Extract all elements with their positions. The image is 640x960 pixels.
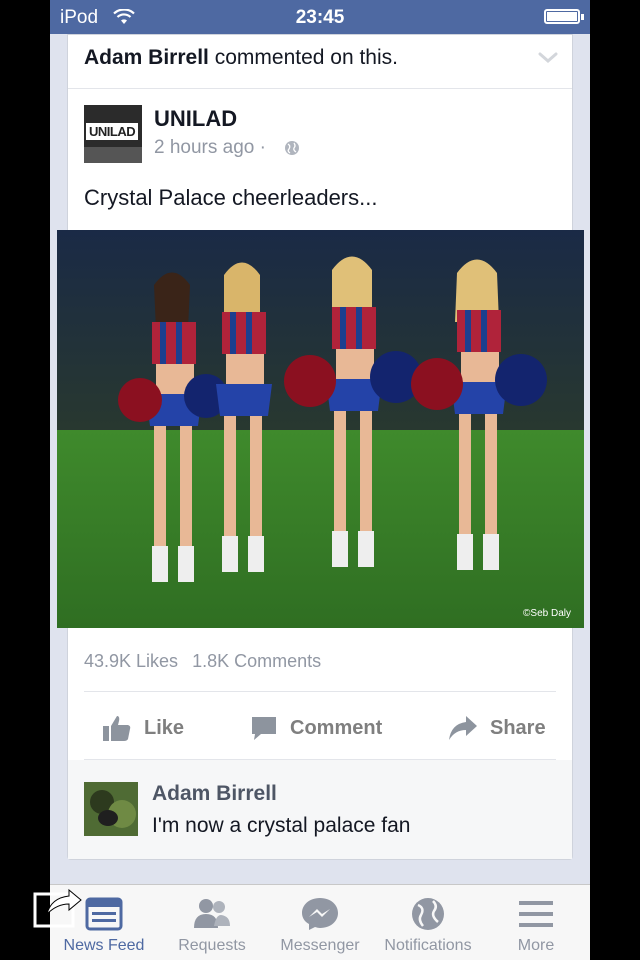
friend-requests-icon: [194, 899, 230, 928]
share-button[interactable]: Share: [448, 711, 546, 745]
engagement-stats[interactable]: 43.9K Likes 1.8K Comments: [84, 651, 321, 672]
photo-credit: ©Seb Daly: [523, 608, 571, 619]
globe-icon: [285, 141, 299, 155]
divider: [84, 691, 556, 692]
post-timestamp[interactable]: 2 hours ago ·: [154, 137, 266, 159]
comments-count[interactable]: 1.8K Comments: [192, 651, 321, 671]
post-text: Crystal Palace cheerleaders...: [84, 185, 378, 210]
unilad-logo: UNILAD: [86, 123, 139, 140]
battery-icon: [544, 9, 584, 24]
tab-messenger[interactable]: Messenger: [266, 885, 374, 960]
comment-bubble-icon: [252, 717, 276, 740]
messenger-icon: [302, 898, 338, 930]
comment-label: Comment: [290, 716, 383, 739]
page-name[interactable]: UNILAD: [154, 106, 237, 132]
thumbs-up-icon: [103, 716, 131, 741]
like-button[interactable]: Like: [102, 711, 184, 745]
tab-more[interactable]: More: [482, 885, 590, 960]
tab-bar: News Feed Requests Messenger Notificatio…: [50, 884, 590, 960]
tab-label: More: [517, 937, 555, 954]
tab-label: News Feed: [63, 937, 145, 954]
commenter-avatar[interactable]: [84, 782, 138, 836]
globe-icon: [412, 898, 444, 930]
tab-requests[interactable]: Requests: [158, 885, 266, 960]
story-card: Adam Birrell commented on this. UNILAD U…: [57, 34, 584, 860]
tab-label: Notifications: [384, 937, 472, 954]
like-label: Like: [144, 716, 185, 739]
comment: Adam Birrell I'm now a crystal palace fa…: [68, 760, 572, 859]
comment-button[interactable]: Comment: [250, 711, 382, 745]
story-header: Adam Birrell commented on this.: [68, 35, 572, 89]
story-action: commented on this.: [214, 46, 398, 69]
menu-icon: [519, 901, 553, 927]
page-avatar[interactable]: UNILAD: [84, 105, 142, 163]
tab-label: Requests: [178, 937, 246, 954]
tab-notifications[interactable]: Notifications: [374, 885, 482, 960]
status-bar: iPod 23:45: [50, 0, 590, 34]
actor-name[interactable]: Adam Birrell: [84, 46, 209, 69]
comment-text: I'm now a crystal palace fan: [152, 814, 411, 837]
share-label: Share: [490, 716, 546, 739]
news-feed-icon: [85, 897, 123, 931]
share-overlay-icon[interactable]: [33, 882, 85, 928]
likes-count[interactable]: 43.9K Likes: [84, 651, 178, 671]
post-photo[interactable]: ©Seb Daly: [57, 230, 584, 628]
story-context: Adam Birrell commented on this.: [84, 46, 398, 70]
share-arrow-icon: [449, 716, 477, 740]
clock: 23:45: [295, 7, 345, 28]
commenter-name[interactable]: Adam Birrell: [152, 782, 277, 806]
screen: iPod 23:45 Adam Birrell commented on thi…: [50, 0, 590, 960]
tab-label: Messenger: [280, 937, 360, 954]
chevron-down-icon[interactable]: [538, 51, 558, 65]
